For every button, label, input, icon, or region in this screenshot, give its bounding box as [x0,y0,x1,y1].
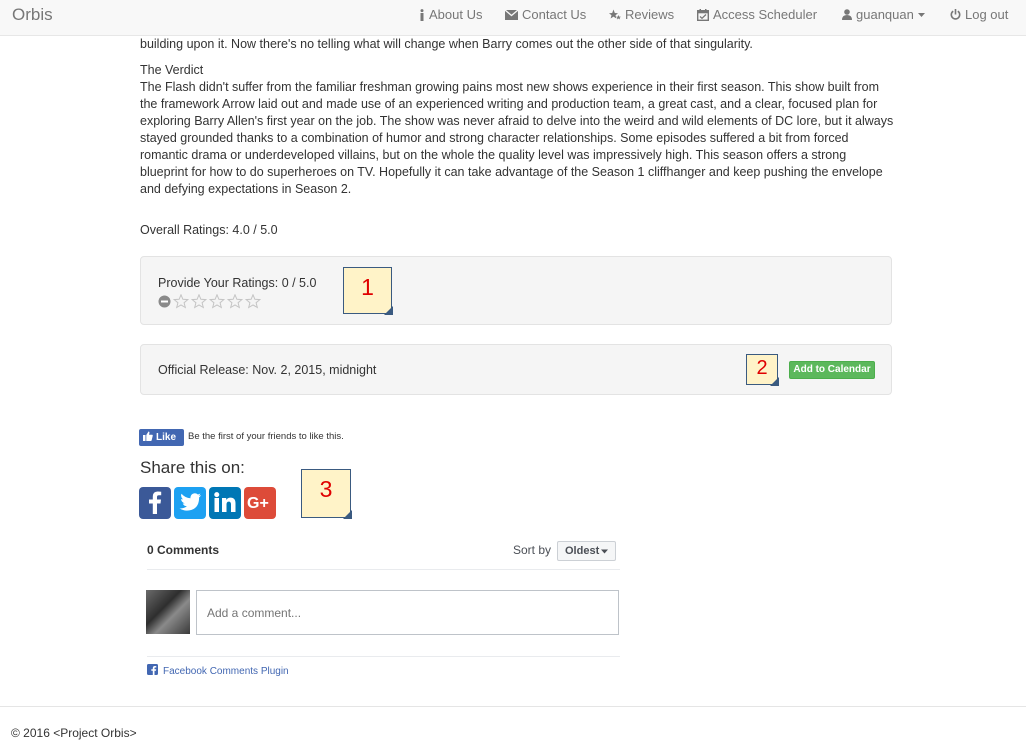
release-date-label: Official Release: Nov. 2, 2015, midnight [158,363,377,377]
svg-text:G+: G+ [247,495,269,510]
nav-reviews[interactable]: Reviews [609,7,674,22]
plugin-label: Facebook Comments Plugin [163,665,289,677]
google-plus-icon: G+ [247,494,273,513]
overall-ratings: Overall Ratings: 4.0 / 5.0 [140,223,278,237]
nav-access-scheduler-label: Access Scheduler [713,7,818,22]
callout-fold [384,306,393,315]
verdict-line: and defying expectations in Season 2. [140,182,352,196]
verdict-line: the framework Arrow laid out and made us… [140,97,878,111]
share-heading: Share this on: [140,458,245,477]
user-icon [842,9,852,20]
callout-2: 2 [746,354,779,386]
star-icon[interactable] [190,293,208,312]
facebook-comments-plugin-link[interactable]: Facebook Comments Plugin [147,664,289,678]
nav-access-scheduler[interactable]: Access Scheduler [697,7,817,22]
share-buttons: G+ [139,487,276,519]
nav-reviews-label: Reviews [625,7,675,22]
nav-contact-us[interactable]: Contact Us [505,7,586,22]
calendar-icon [697,8,709,21]
nav-log-out[interactable]: Log out [950,7,1008,22]
verdict-line: romantic drama or underdeveloped villain… [140,148,847,162]
callout-3: 3 [301,469,352,519]
verdict-line: stayed grounded thanks to a combination … [140,131,849,145]
share-linkedin-button[interactable] [209,487,241,519]
rating-panel: Provide Your Ratings: 0 / 5.0 [140,256,892,325]
share-twitter-button[interactable] [174,487,206,519]
star-icon[interactable] [226,293,244,312]
linkedin-icon [214,491,236,515]
article-paragraph-end: building upon it. Now there's no telling… [140,37,753,51]
nav-log-out-label: Log out [965,7,1009,22]
nav-contact-us-label: Contact Us [522,7,587,22]
callout-1: 1 [343,267,393,315]
stars-icon [609,9,621,21]
verdict-line: blueprint for how to do superheroes on T… [140,165,883,179]
callout-number: 1 [361,274,374,300]
callout-number: 2 [756,357,768,379]
star-icon[interactable] [208,293,226,312]
nav-user-menu[interactable]: guanquan [842,7,925,22]
star-rating-input[interactable] [158,293,262,312]
footer-divider [0,706,1026,707]
sort-by-label: Sort by [513,543,552,557]
clear-rating-icon[interactable] [158,295,171,311]
provide-rating-label: Provide Your Ratings: 0 / 5.0 [158,276,317,290]
comments-divider [147,569,620,570]
comment-input[interactable] [196,590,619,635]
share-facebook-button[interactable] [139,487,171,519]
callout-fold [343,510,352,519]
power-icon [950,9,961,20]
facebook-icon [148,490,162,517]
verdict-line: exploring Barry Allen's first year on th… [140,114,894,128]
like-label: Like [156,432,177,443]
facebook-like-button[interactable]: Like [139,429,184,446]
nav-user-label: guanquan [856,7,914,22]
comments-count: 0 Comments [147,543,220,557]
brand-logo[interactable]: Orbis [12,5,53,25]
footer-copyright: © 2016 <Project Orbis> [11,726,137,740]
thumbs-up-icon [143,431,153,444]
user-avatar [146,590,190,634]
nav-about-us[interactable]: About Us [419,7,482,22]
nav-about-us-label: About Us [429,7,483,22]
like-social-text: Be the first of your friends to like thi… [188,431,344,442]
twitter-icon [179,492,201,514]
caret-down-icon [917,12,925,17]
info-icon [419,8,425,21]
star-icon[interactable] [172,293,190,312]
verdict-heading: The Verdict [140,63,204,77]
sort-order-select[interactable]: Oldest [557,541,616,561]
add-to-calendar-button[interactable]: Add to Calendar [789,361,875,379]
verdict-line: The Flash didn't suffer from the familia… [140,80,880,94]
star-icon[interactable] [244,293,262,312]
callout-fold [770,377,779,386]
verdict-paragraph: The Flash didn't suffer from the familia… [140,79,895,198]
sort-order-value: Oldest [565,545,600,557]
comments-divider [147,656,620,657]
share-google-plus-button[interactable]: G+ [244,487,276,519]
release-panel: Official Release: Nov. 2, 2015, midnight… [140,344,892,395]
top-navbar: Orbis About Us Contact Us Reviews Access… [0,0,1026,36]
envelope-icon [505,9,518,20]
callout-number: 3 [319,476,333,502]
facebook-square-icon [147,664,158,678]
caret-down-icon [601,542,608,566]
